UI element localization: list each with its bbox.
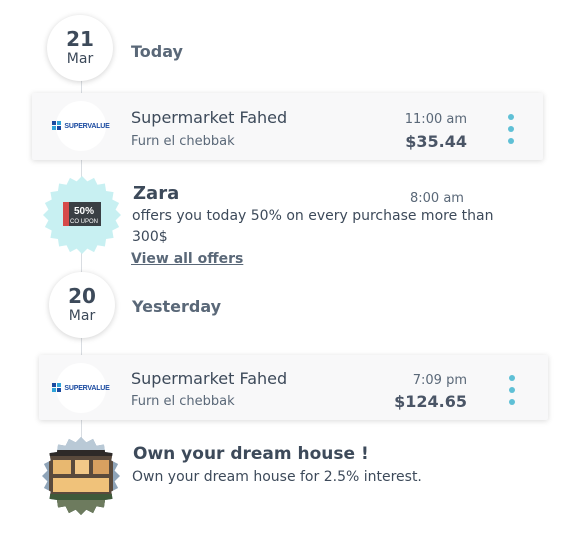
merchant-location: Furn el chebbak — [131, 134, 235, 149]
more-options-icon[interactable] — [505, 114, 517, 144]
merchant-name: Supermarket Fahed — [131, 108, 288, 127]
transaction-amount: $124.65 — [394, 392, 467, 411]
supervalue-logo-icon — [52, 383, 62, 392]
transaction-time: 7:09 pm — [412, 373, 467, 388]
coupon-badge-icon: 50% CO UPON — [43, 176, 121, 254]
coupon-percent: 50% — [74, 206, 94, 217]
more-options-icon[interactable] — [506, 375, 518, 405]
transaction-card[interactable]: SUPERVALUE Supermarket Fahed Furn el che… — [32, 93, 543, 160]
date-badge-today: 21 Mar — [47, 15, 113, 81]
view-all-offers-link[interactable]: View all offers — [131, 251, 243, 267]
logo-text: SUPERVALUE — [64, 122, 110, 130]
date-month: Mar — [66, 51, 94, 67]
offer-description: offers you today 50% on every purchase m… — [132, 208, 494, 245]
date-day: 20 — [68, 284, 96, 308]
merchant-location: Furn el chebbak — [131, 394, 235, 409]
house-image — [42, 437, 120, 515]
logo-text: SUPERVALUE — [64, 384, 110, 392]
offer-time: 8:00 am — [410, 191, 464, 206]
coupon-label: CO UPON — [70, 219, 98, 225]
date-day: 21 — [66, 27, 94, 51]
date-badge-yesterday: 20 Mar — [49, 272, 115, 338]
merchant-logo: SUPERVALUE — [52, 101, 110, 151]
supervalue-logo-icon — [52, 121, 62, 130]
promo-description: Own your dream house for 2.5% interest. — [132, 469, 422, 485]
merchant-logo: SUPERVALUE — [52, 363, 110, 413]
promo-title: Own your dream house ! — [133, 444, 369, 464]
transaction-time: 11:00 am — [404, 112, 467, 127]
transaction-amount: $35.44 — [405, 132, 467, 151]
date-month: Mar — [68, 308, 96, 324]
date-group-label: Today — [131, 42, 183, 61]
transaction-card[interactable]: SUPERVALUE Supermarket Fahed Furn el che… — [39, 355, 548, 420]
offer-title: Zara — [133, 183, 180, 204]
date-group-label: Yesterday — [132, 297, 222, 316]
merchant-name: Supermarket Fahed — [131, 369, 288, 388]
